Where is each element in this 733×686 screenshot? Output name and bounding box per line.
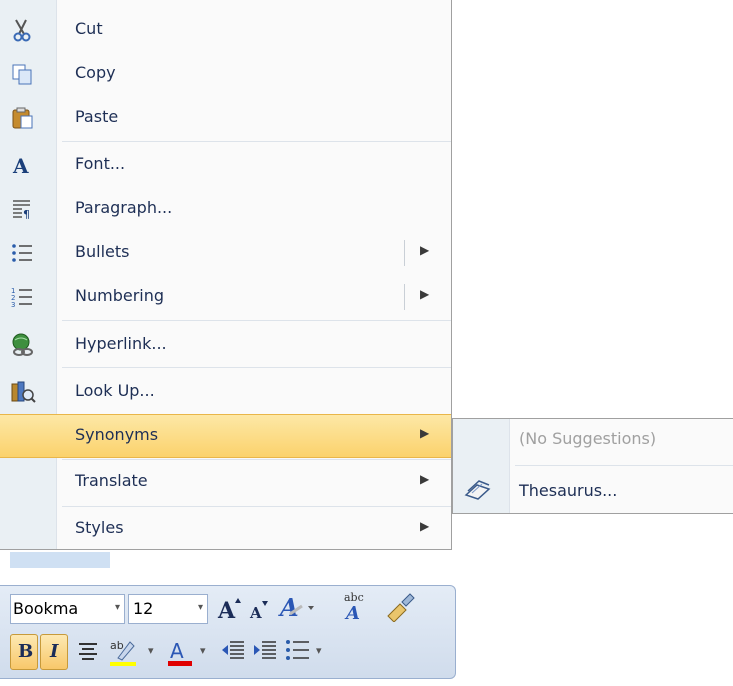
- font-icon: A: [12, 154, 29, 177]
- menu-item-label: Bullets: [75, 242, 130, 261]
- menu-item-label: Synonyms: [75, 425, 159, 444]
- svg-text:A: A: [217, 598, 236, 622]
- menu-item-label: Paragraph...: [75, 198, 173, 217]
- no-suggestions-label: (No Suggestions): [519, 429, 657, 448]
- menu-item-numbering[interactable]: 1 2 3 Numbering ▶: [0, 275, 451, 319]
- dropdown-arrow-icon[interactable]: ▾: [115, 602, 120, 613]
- menu-item-paste[interactable]: Paste: [0, 96, 451, 140]
- split-divider: [404, 284, 405, 310]
- copy-icon: [12, 64, 32, 85]
- menu-item-font[interactable]: A Font...: [0, 143, 451, 187]
- italic-label: I: [50, 641, 59, 662]
- styles-quick-icon[interactable]: A: [278, 592, 318, 622]
- font-name-combobox[interactable]: Bookma ▾: [10, 594, 125, 624]
- hyperlink-icon: [12, 333, 33, 356]
- menu-item-cut[interactable]: Cut: [0, 8, 451, 52]
- bold-label: B: [18, 641, 34, 662]
- submenu-arrow-icon[interactable]: ▶: [420, 287, 429, 301]
- menu-item-synonyms[interactable]: Synonyms ▶: [0, 414, 451, 458]
- numbering-icon: 1 2 3: [11, 287, 32, 309]
- svg-text:A: A: [249, 604, 262, 622]
- menu-item-label: Translate: [75, 471, 148, 490]
- bold-button[interactable]: B: [10, 634, 38, 670]
- clear-formatting-icon[interactable]: abc A: [336, 590, 370, 622]
- svg-text:¶: ¶: [23, 208, 30, 221]
- shrink-font-icon[interactable]: A: [248, 598, 270, 622]
- submenu-arrow-icon: ▶: [420, 519, 430, 533]
- paste-icon: [12, 107, 33, 129]
- dropdown-arrow-icon[interactable]: ▾: [316, 644, 322, 657]
- decrease-indent-icon[interactable]: [218, 636, 246, 664]
- menu-item-label: Paste: [75, 107, 119, 126]
- center-align-icon[interactable]: [76, 638, 100, 666]
- submenu-arrow-icon[interactable]: ▶: [420, 243, 429, 257]
- menu-separator: [62, 141, 451, 142]
- highlight-color-icon[interactable]: ab: [108, 636, 144, 668]
- mini-toolbar: Bookma ▾ 12 ▾ A A A abc A B I ab ▾ A ▾ ▾: [0, 585, 456, 679]
- menu-item-translate[interactable]: Translate ▶: [0, 460, 451, 504]
- menu-separator: [62, 367, 451, 368]
- bullets-icon: [12, 244, 32, 262]
- menu-item-label: Styles: [75, 518, 124, 537]
- menu-item-label: Copy: [75, 63, 116, 82]
- italic-button[interactable]: I: [40, 634, 68, 670]
- bullets-toolbar-icon[interactable]: [284, 636, 312, 664]
- menu-item-label: Font...: [75, 154, 126, 173]
- dropdown-arrow-icon[interactable]: ▾: [198, 602, 203, 613]
- menu-item-bullets[interactable]: Bullets ▶: [0, 231, 451, 275]
- dropdown-arrow-icon[interactable]: ▾: [200, 644, 206, 657]
- synonyms-submenu: (No Suggestions) Thesaurus...: [452, 418, 733, 514]
- svg-text:A: A: [344, 603, 360, 622]
- paragraph-icon: ¶: [13, 200, 30, 221]
- selected-text-highlight: [10, 552, 110, 568]
- menu-item-label: Look Up...: [75, 381, 155, 400]
- format-painter-icon[interactable]: [380, 590, 416, 622]
- menu-item-label: Numbering: [75, 286, 165, 305]
- thesaurus-icon: [464, 480, 491, 500]
- submenu-separator: [515, 465, 733, 466]
- svg-text:3: 3: [11, 301, 15, 309]
- submenu-arrow-icon: ▶: [420, 472, 430, 486]
- menu-item-label: Hyperlink...: [75, 334, 167, 353]
- menu-item-label: Cut: [75, 19, 103, 38]
- font-size-combobox[interactable]: 12 ▾: [128, 594, 208, 624]
- svg-text:ab: ab: [110, 639, 124, 652]
- context-menu: Cut Copy Paste A Font... ¶ Paragraph...: [0, 0, 452, 550]
- split-divider: [404, 240, 405, 266]
- menu-item-paragraph[interactable]: ¶ Paragraph...: [0, 187, 451, 231]
- dropdown-arrow-icon[interactable]: ▾: [148, 644, 154, 657]
- svg-text:A: A: [170, 639, 184, 663]
- menu-item-copy[interactable]: Copy: [0, 52, 451, 96]
- svg-text:A: A: [278, 593, 299, 622]
- menu-item-look-up[interactable]: Look Up...: [0, 370, 451, 414]
- submenu-arrow-icon: ▶: [420, 426, 430, 440]
- menu-separator: [62, 320, 451, 321]
- svg-text:A: A: [12, 154, 29, 177]
- font-color-icon[interactable]: A: [166, 636, 196, 668]
- grow-font-icon[interactable]: A: [216, 594, 242, 622]
- menu-item-styles[interactable]: Styles ▶: [0, 507, 451, 551]
- font-name-value: Bookma: [13, 599, 79, 618]
- menu-item-hyperlink[interactable]: Hyperlink...: [0, 323, 451, 367]
- research-icon: [11, 381, 36, 403]
- scissors-icon: [13, 19, 31, 42]
- font-size-value: 12: [133, 599, 154, 618]
- increase-indent-icon[interactable]: [250, 636, 278, 664]
- thesaurus-menu-item[interactable]: Thesaurus...: [519, 481, 617, 500]
